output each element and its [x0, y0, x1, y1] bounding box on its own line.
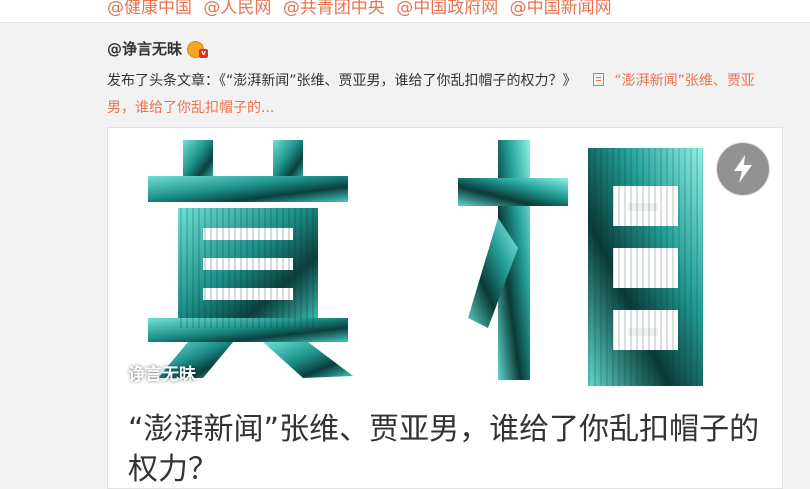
cover-graphic — [108, 128, 782, 397]
user-badge-icon: v — [187, 40, 209, 58]
mention-link[interactable]: @人民网 — [203, 0, 271, 18]
mention-link[interactable]: @健康中国 — [107, 0, 192, 18]
lightning-button[interactable] — [716, 142, 770, 196]
cover-watermark: 诤言无昧 — [128, 365, 196, 385]
article-cover-image[interactable]: 诤言无昧 — [108, 128, 782, 397]
author-link[interactable]: @诤言无昧 — [107, 38, 182, 59]
mention-link[interactable]: @共青团中央 — [283, 0, 385, 18]
lightning-icon — [734, 155, 752, 183]
description-text: 发布了头条文章：《“澎湃新闻”张维、贾亚男，谁给了你乱扣帽子的权力？》 — [107, 73, 577, 89]
article-title[interactable]: “澎湃新闻”张维、贾亚男，谁给了你乱扣帽子的权力？ — [128, 410, 768, 488]
document-icon — [592, 73, 604, 86]
post-description: 发布了头条文章：《“澎湃新闻”张维、贾亚男，谁给了你乱扣帽子的权力？》 “澎湃新… — [107, 68, 779, 122]
repost-card: @诤言无昧 v 发布了头条文章：《“澎湃新闻”张维、贾亚男，谁给了你乱扣帽子的权… — [0, 23, 810, 489]
mention-link[interactable]: @中国政府网 — [396, 0, 498, 18]
post-author: @诤言无昧 v — [107, 38, 209, 59]
mention-link[interactable]: @中国新闻网 — [510, 0, 612, 18]
article-card[interactable]: 诤言无昧 “澎湃新闻”张维、贾亚男，谁给了你乱扣帽子的权力？ — [107, 127, 783, 489]
mentions-strip: @健康中国 @人民网 @共青团中央 @中国政府网 @中国新闻网 — [0, 0, 810, 22]
